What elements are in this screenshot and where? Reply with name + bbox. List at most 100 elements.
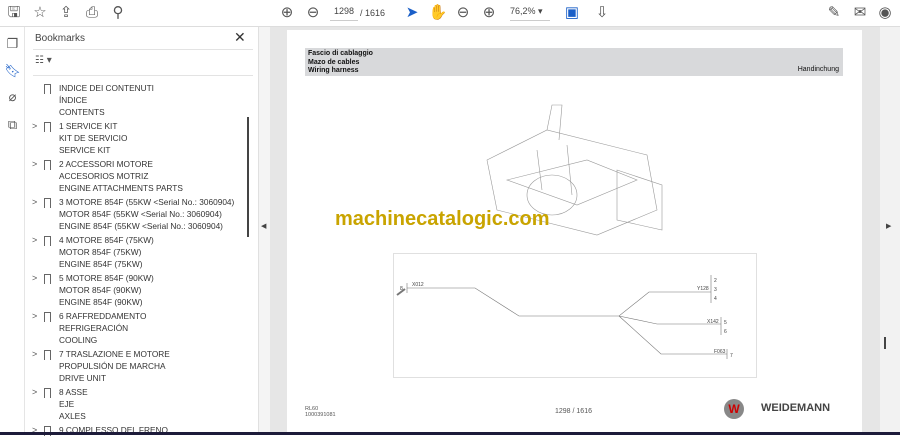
bookmark-icon [44,388,51,398]
bookmark-line: 1 SERVICE KIT [59,121,118,131]
scroll-thumb[interactable] [884,337,886,349]
weidemann-logo-icon: W [724,399,744,419]
page-up-icon[interactable]: ⊕ [277,4,297,22]
hand-icon[interactable]: ✋ [428,4,448,22]
footer-page: 1298 / 1616 [555,408,592,415]
bookmark-line: SERVICE KIT [59,144,111,155]
scrollbar[interactable] [247,117,249,237]
upload-icon[interactable]: ⇪ [56,4,76,22]
diagram-label: F063 [714,349,726,355]
bookmark-label[interactable]: 7 TRASLAZIONE E MOTORE PROPULSIÓN DE MARC… [59,349,170,384]
left-tool-rail: ❐ 🔖︎ ⌀ ⧉ [0,27,25,435]
print-icon[interactable]: ⎙ [82,4,102,22]
bookmark-label[interactable]: INDICE DEI CONTENUTI ÍNDICE CONTENTS [59,83,154,118]
bookmark-line: REFRIGERACIÓN [59,322,129,333]
zoom-in-icon[interactable]: ⊕ [479,4,499,22]
mail-icon[interactable]: ✉ [850,4,870,22]
header-right: Handinchung [797,65,839,73]
attachment-icon[interactable]: ⌀ [4,89,21,106]
close-icon[interactable]: ✕ [234,29,246,46]
footer-code: 1000391081 [305,412,336,418]
page-number-input[interactable]: 1298 [330,6,358,21]
bookmark-line: ÍNDICE [59,94,88,105]
bookmark-line: KIT DE SERVICIO [59,132,128,143]
bookmark-label[interactable]: 1 SERVICE KIT KIT DE SERVICIO SERVICE KIT [59,121,127,156]
account-icon[interactable]: ◉ [875,4,895,22]
diagram-label: 3 [714,287,717,293]
chevron-right-icon[interactable]: > [32,273,37,285]
bookmark-line: 2 ACCESSORI MOTORE [59,159,153,169]
page-down-icon[interactable]: ⊖ [303,4,323,22]
diagram-label: 8 [400,286,403,292]
divider [33,75,253,76]
chevron-right-icon[interactable]: > [32,159,37,171]
bookmarks-icon[interactable]: 🔖︎ [4,63,21,80]
bookmark-line: 8 ASSE [59,387,88,397]
select-arrow-icon[interactable]: ➤ [402,4,422,22]
chevron-right-icon[interactable]: > [32,121,37,133]
bookmark-line: ENGINE 854F (90KW) [59,296,143,307]
scroll-mode-icon[interactable]: ⇩ [592,4,612,22]
diagram-label: 7 [730,353,733,359]
bookmark-line: ACCESORIOS MOTRIZ [59,170,149,181]
diagram-label: 6 [724,329,727,335]
bookmark-icon [44,350,51,360]
bookmark-label[interactable]: 2 ACCESSORI MOTORE ACCESORIOS MOTRIZ ENGIN… [59,159,183,194]
header-line: Mazo de cables [308,58,360,66]
page-header: Fascio di cablaggio Mazo de cables Wirin… [305,48,843,76]
pdf-page: Fascio di cablaggio Mazo de cables Wirin… [287,30,862,432]
bookmark-label[interactable]: 4 MOTORE 854F (75KW) MOTOR 854F (75KW) ENG… [59,235,154,270]
header-line: Fascio di cablaggio [308,50,373,57]
bookmark-line: ENGINE ATTACHMENTS PARTS [59,182,183,193]
bookmark-label[interactable]: 9 COMPLESSO DEL FRENO [59,425,168,437]
bookmark-icon [44,160,51,170]
bookmark-label[interactable]: 3 MOTORE 854F (55KW <Serial No.: 3060904… [59,197,234,232]
fit-page-icon[interactable]: ▣ [562,4,582,22]
bookmark-line: DRIVE UNIT [59,372,107,383]
bookmark-line: AXLES [59,410,86,421]
diagram-label: 5 [724,320,727,326]
bookmark-label[interactable]: 5 MOTORE 854F (90KW) MOTOR 854F (90KW) ENG… [59,273,154,308]
bookmark-line: MOTOR 854F (55KW <Serial No.: 3060904) [59,208,222,219]
bookmark-icon [44,84,51,94]
bookmark-line: MOTOR 854F (75KW) [59,246,142,257]
bookmark-icon [44,198,51,208]
chevron-right-icon[interactable]: > [32,349,37,361]
bookmarks-panel: Bookmarks ✕ ☷ ▾ INDICE DEI CONTENUTI ÍNDI… [26,27,258,437]
brand-name: WEIDEMANN [761,402,831,414]
bookmark-star-icon[interactable]: ☆ [30,4,50,22]
bookmark-line: 6 RAFFREDDAMENTO [59,311,147,321]
chevron-right-icon[interactable]: > [32,387,37,399]
sign-icon[interactable]: ✎ [824,4,844,22]
zoom-out-icon[interactable]: ⊖ [453,4,473,22]
diagram-label: Y128 [697,286,709,292]
chevron-right-icon[interactable]: > [32,235,37,247]
options-icon[interactable]: ☷ ▾ [35,55,52,66]
chevron-right-icon[interactable]: > [32,311,37,323]
zoom-select[interactable]: 76,2% ▾ [510,6,550,21]
bookmark-label[interactable]: 8 ASSE EJE AXLES [59,387,88,422]
layers-icon[interactable]: ⧉ [4,117,21,134]
watermark: machinecatalogic.com [335,208,550,230]
save-icon[interactable]: 🖫 [4,4,24,22]
chevron-right-icon[interactable]: > [32,425,37,437]
bookmark-label[interactable]: 6 RAFFREDDAMENTO REFRIGERACIÓN COOLING [59,311,146,346]
collapse-arrow-icon[interactable]: ◀ [261,222,266,230]
panel-collapse-handle[interactable]: ◀ [258,27,270,435]
toolbar: 🖫 ☆ ⇪ ⎙ ⚲ ⊕ ⊖ 1298 / 1616 ➤ ✋ ⊖ ⊕ 76,2% … [0,0,900,27]
header-line: Wiring harness [308,67,359,74]
diagram-label: X142 [707,319,719,325]
search-icon[interactable]: ⚲ [108,4,128,22]
diagram-label: 2 [714,278,717,284]
bookmark-line: MOTOR 854F (90KW) [59,284,142,295]
pages-icon[interactable]: ❐ [4,36,21,53]
bookmark-line: ENGINE 854F (55KW <Serial No.: 3060904) [59,220,223,231]
vertical-scrollbar[interactable]: ▶ [880,27,900,432]
chevron-right-icon[interactable]: > [32,197,37,209]
expand-arrow-icon[interactable]: ▶ [886,222,891,230]
bookmark-line: INDICE DEI CONTENUTI [59,83,154,93]
bookmark-line: 5 MOTORE 854F (90KW) [59,273,154,283]
bookmark-line: CONTENTS [59,106,105,117]
bookmark-icon [44,236,51,246]
bookmark-line: COOLING [59,334,98,345]
